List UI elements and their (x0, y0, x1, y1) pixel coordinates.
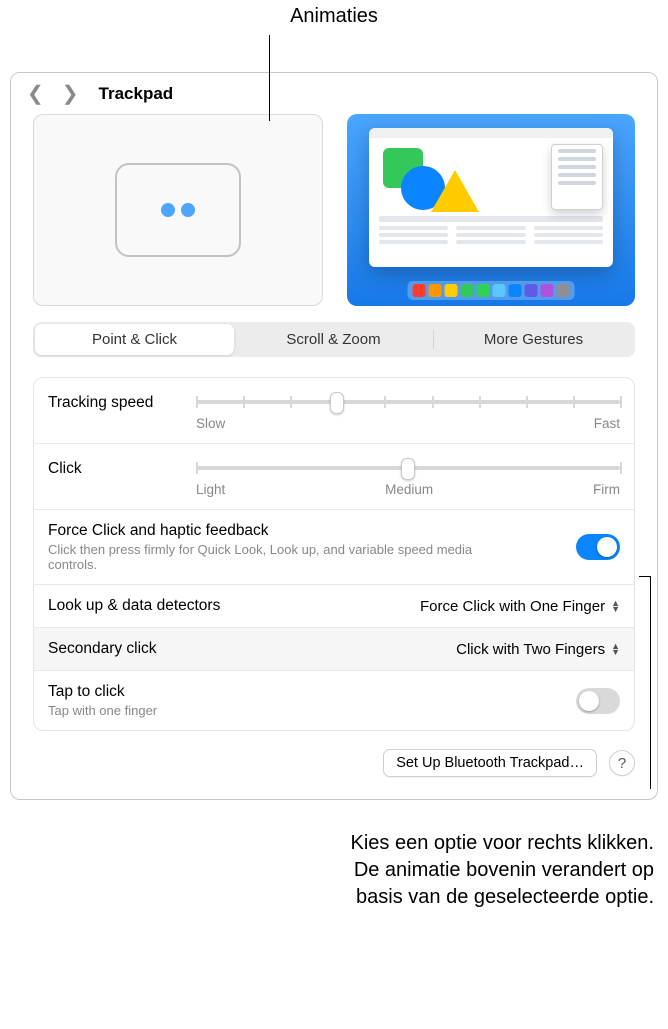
preview-window (369, 128, 613, 267)
animation-row (33, 114, 635, 306)
secondary-click-popup[interactable]: Click with Two Fingers ▲▼ (456, 641, 620, 658)
callout-bottom-text: basis van de geselecteerde optie. (14, 884, 654, 911)
bluetooth-trackpad-button[interactable]: Set Up Bluetooth Trackpad… (383, 749, 597, 777)
back-button[interactable]: ❮ (23, 81, 48, 106)
click-row: Click Light Medium Firm (34, 444, 634, 510)
footer-row: Set Up Bluetooth Trackpad… ? (33, 749, 635, 777)
page-title: Trackpad (99, 84, 174, 104)
slider-mid-label: Medium (225, 482, 593, 497)
chevron-up-down-icon: ▲▼ (611, 643, 620, 655)
tracking-speed-label: Tracking speed (48, 390, 178, 412)
trackpad-window: ❮ ❯ Trackpad (10, 72, 658, 800)
tab-more-gestures[interactable]: More Gestures (434, 324, 633, 355)
click-slider[interactable] (196, 456, 620, 480)
settings-list: Tracking speed Slow Fast Click (33, 377, 635, 731)
force-click-desc: Click then press firmly for Quick Look, … (48, 542, 488, 572)
callout-bottom-text: Kies een optie voor rechts klikken. (14, 830, 654, 857)
desktop-preview (347, 114, 635, 306)
finger-dot (161, 203, 175, 217)
callout-bottom: Kies een optie voor rechts klikken. De a… (0, 800, 668, 923)
secondary-click-value: Click with Two Fingers (456, 641, 605, 658)
click-label: Click (48, 456, 178, 478)
context-menu-preview (551, 144, 603, 210)
force-click-toggle[interactable] (576, 534, 620, 560)
tap-to-click-row: Tap to click Tap with one finger (34, 671, 634, 730)
slider-max-label: Fast (594, 416, 620, 431)
force-click-row: Force Click and haptic feedback Click th… (34, 510, 634, 585)
tracking-speed-slider[interactable] (196, 390, 620, 414)
tab-point-click[interactable]: Point & Click (35, 324, 234, 355)
tap-to-click-label: Tap to click (48, 683, 157, 701)
slider-max-label: Firm (593, 482, 620, 497)
content: Point & Click Scroll & Zoom More Gesture… (11, 114, 657, 799)
lookup-row: Look up & data detectors Force Click wit… (34, 585, 634, 628)
lookup-value: Force Click with One Finger (420, 598, 605, 615)
slider-min-label: Slow (196, 416, 225, 431)
callout-line (269, 35, 270, 121)
tap-to-click-toggle[interactable] (576, 688, 620, 714)
help-button[interactable]: ? (609, 750, 635, 776)
titlebar: ❮ ❯ Trackpad (11, 73, 657, 114)
slider-min-label: Light (196, 482, 225, 497)
tap-to-click-desc: Tap with one finger (48, 703, 157, 718)
callout-line (650, 576, 651, 789)
dock-preview (408, 281, 575, 300)
force-click-label: Force Click and haptic feedback (48, 522, 488, 540)
secondary-click-row: Secondary click Click with Two Fingers ▲… (34, 628, 634, 671)
callout-bottom-text: De animatie bovenin verandert op (14, 857, 654, 884)
finger-dot (181, 203, 195, 217)
forward-button[interactable]: ❯ (58, 81, 83, 106)
secondary-click-label: Secondary click (48, 640, 157, 658)
lookup-popup[interactable]: Force Click with One Finger ▲▼ (420, 598, 620, 615)
chevron-up-down-icon: ▲▼ (611, 600, 620, 612)
tab-scroll-zoom[interactable]: Scroll & Zoom (234, 324, 433, 355)
callout-top: Animaties (0, 0, 668, 72)
tracking-speed-row: Tracking speed Slow Fast (34, 378, 634, 444)
trackpad-animation (33, 114, 323, 306)
callout-top-text: Animaties (290, 5, 378, 27)
tab-bar: Point & Click Scroll & Zoom More Gesture… (33, 322, 635, 357)
lookup-label: Look up & data detectors (48, 597, 220, 615)
